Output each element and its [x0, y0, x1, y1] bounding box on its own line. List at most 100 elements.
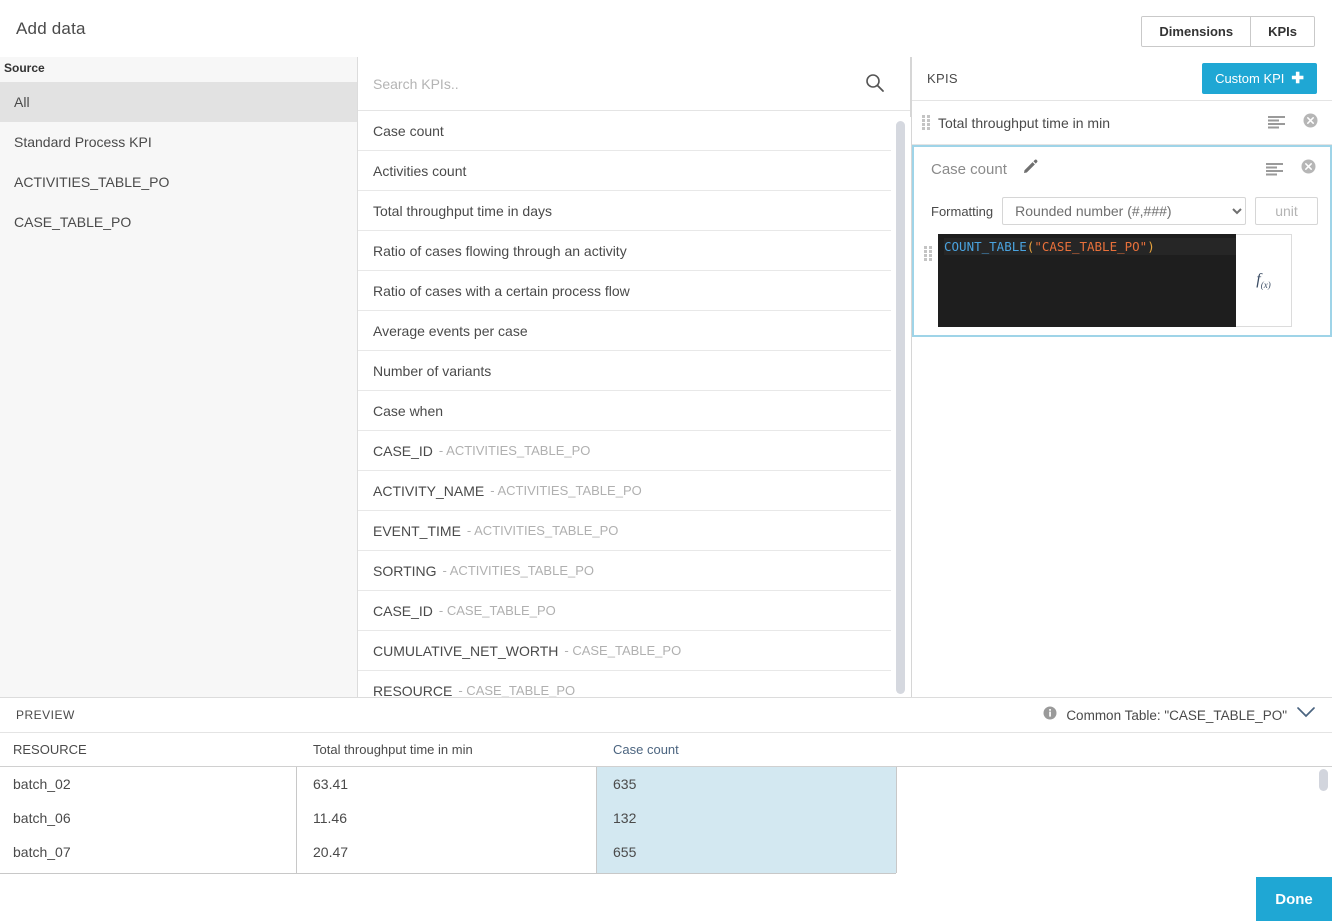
source-item-case-table-po[interactable]: CASE_TABLE_PO — [0, 202, 357, 242]
kpi-item-label: CASE_ID — [373, 442, 433, 459]
kpi-config-row-title: Total throughput time in min — [938, 114, 1110, 131]
source-item-label: ACTIVITIES_TABLE_PO — [14, 174, 170, 190]
kpi-pane: Case count Activities count Total throug… — [358, 57, 911, 697]
kpi-item-table: - ACTIVITIES_TABLE_PO — [466, 523, 619, 538]
table-cell: 655 — [613, 844, 637, 860]
edit-pencil-icon[interactable] — [1023, 159, 1038, 179]
kpi-list-item[interactable]: SORTING - ACTIVITIES_TABLE_PO — [358, 551, 891, 591]
done-button[interactable]: Done — [1256, 877, 1332, 921]
kpi-item-label: Average events per case — [373, 322, 528, 339]
function-picker-button[interactable]: f(x) — [1236, 234, 1292, 327]
kpi-row-actions — [1268, 113, 1318, 133]
kpi-list-item[interactable]: Ratio of cases flowing through an activi… — [358, 231, 891, 271]
tab-dimensions[interactable]: Dimensions — [1142, 17, 1251, 46]
kpi-card-title: Case count — [931, 160, 1007, 178]
kpi-item-label: Activities count — [373, 162, 467, 179]
source-item-all[interactable]: All — [0, 82, 357, 122]
preview-label: PREVIEW — [16, 708, 75, 722]
kpi-item-table: - CASE_TABLE_PO — [438, 603, 556, 618]
source-item-standard-process-kpi[interactable]: Standard Process KPI — [0, 122, 357, 162]
kpi-list-item[interactable]: ACTIVITY_NAME - ACTIVITIES_TABLE_PO — [358, 471, 891, 511]
kpi-item-table: - ACTIVITIES_TABLE_PO — [490, 483, 642, 498]
view-tab-group: Dimensions KPIs — [1141, 16, 1315, 47]
formatting-label: Formatting — [931, 203, 994, 219]
code-token-string: "CASE_TABLE_PO" — [1034, 239, 1148, 254]
kpi-card-actions — [1266, 159, 1316, 179]
kpi-item-label: ACTIVITY_NAME — [373, 482, 485, 499]
kpi-list-item[interactable]: CASE_ID - CASE_TABLE_PO — [358, 591, 891, 631]
formatting-select[interactable]: Rounded number (#,###) — [1002, 197, 1246, 225]
kpi-item-label: Number of variants — [373, 362, 492, 379]
table-column-divider — [296, 767, 297, 873]
preview-column-header: Total throughput time in min — [313, 742, 473, 757]
remove-kpi-icon[interactable] — [1301, 159, 1316, 179]
kpi-list-item[interactable]: CUMULATIVE_NET_WORTH - CASE_TABLE_PO — [358, 631, 891, 671]
kpi-list-item[interactable]: Average events per case — [358, 311, 891, 351]
custom-kpi-button[interactable]: Custom KPI ✚ — [1202, 63, 1317, 94]
kpi-list-item[interactable]: Number of variants — [358, 351, 891, 391]
table-cell: 63.41 — [313, 776, 349, 792]
custom-kpi-label: Custom KPI — [1215, 71, 1285, 86]
preview-table: RESOURCE Total throughput time in min Ca… — [0, 733, 1332, 874]
kpi-config-card: Case count Formatting Rounded number (#,… — [912, 145, 1332, 337]
kpi-list-scrollbar-thumb[interactable] — [896, 121, 905, 694]
kpi-item-table: - CASE_TABLE_PO — [564, 643, 682, 658]
preview-section: PREVIEW Common Table: "CASE_TABLE_PO" RE… — [0, 697, 1332, 921]
table-cell: 132 — [613, 810, 637, 826]
kpi-config-row[interactable]: Total throughput time in min — [912, 101, 1332, 145]
align-lines-icon[interactable] — [1266, 162, 1283, 176]
tab-kpis[interactable]: KPIs — [1250, 17, 1314, 46]
table-cell: 11.46 — [313, 810, 347, 826]
kpi-list-item[interactable]: EVENT_TIME - ACTIVITIES_TABLE_PO — [358, 511, 891, 551]
formula-code-editor[interactable]: COUNT_TABLE("CASE_TABLE_PO") — [938, 234, 1236, 327]
plus-icon: ✚ — [1291, 70, 1304, 87]
table-bottom-border — [0, 873, 896, 874]
kpi-list-item[interactable]: Case count — [358, 111, 891, 151]
table-row[interactable]: batch_02 63.41 635 — [0, 767, 1332, 801]
table-cell: 635 — [613, 776, 637, 792]
align-lines-icon[interactable] — [1268, 116, 1285, 129]
kpi-item-label: SORTING — [373, 562, 437, 579]
panes: Source All Standard Process KPI ACTIVITI… — [0, 57, 1332, 697]
kpi-list-item[interactable]: CASE_ID - ACTIVITIES_TABLE_PO — [358, 431, 891, 471]
kpi-item-label: RESOURCE — [373, 682, 453, 698]
kpi-list[interactable]: Case count Activities count Total throug… — [358, 111, 891, 697]
page-title: Add data — [16, 18, 86, 38]
preview-column-header: RESOURCE — [13, 742, 87, 757]
formatting-row: Formatting Rounded number (#,###) — [914, 191, 1330, 231]
info-icon[interactable] — [1043, 706, 1057, 725]
search-icon[interactable] — [865, 73, 885, 98]
kpi-search-bar — [358, 57, 910, 111]
table-cell: 20.47 — [313, 844, 349, 860]
kpi-list-scrollbar[interactable] — [891, 117, 911, 697]
drag-handle-icon[interactable] — [922, 114, 930, 131]
preview-table-header-row: RESOURCE Total throughput time in min Ca… — [0, 733, 1332, 767]
preview-table-body: batch_02 63.41 635 batch_06 11.46 132 ba… — [0, 767, 1332, 873]
drag-handle-icon[interactable] — [924, 246, 932, 262]
table-row[interactable]: batch_06 11.46 132 — [0, 801, 1332, 835]
kpi-item-label: Ratio of cases with a certain process fl… — [373, 282, 630, 299]
kpi-list-item[interactable]: Activities count — [358, 151, 891, 191]
code-line: COUNT_TABLE("CASE_TABLE_PO") — [944, 238, 1236, 255]
kpi-list-item[interactable]: Total throughput time in days — [358, 191, 891, 231]
kpi-item-label: EVENT_TIME — [373, 522, 461, 539]
source-item-label: All — [14, 94, 30, 110]
kpi-item-table: - CASE_TABLE_PO — [458, 683, 576, 697]
add-data-dialog: Add data Dimensions KPIs Source All Stan… — [0, 0, 1332, 921]
kpi-item-label: Case when — [373, 402, 444, 419]
kpi-list-item[interactable]: Ratio of cases with a certain process fl… — [358, 271, 891, 311]
source-item-label: CASE_TABLE_PO — [14, 214, 132, 230]
unit-field[interactable] — [1255, 197, 1318, 225]
remove-kpi-icon[interactable] — [1303, 113, 1318, 133]
table-row[interactable]: batch_07 20.47 655 — [0, 835, 1332, 869]
chevron-down-icon[interactable] — [1296, 706, 1316, 724]
formula-editor-row: COUNT_TABLE("CASE_TABLE_PO") f(x) — [914, 231, 1330, 335]
source-item-activities-table-po[interactable]: ACTIVITIES_TABLE_PO — [0, 162, 357, 202]
table-cell: batch_07 — [13, 844, 71, 860]
kpi-list-item[interactable]: RESOURCE - CASE_TABLE_PO — [358, 671, 891, 697]
kpi-config-header: KPIS Custom KPI ✚ — [912, 57, 1332, 101]
table-column-divider — [896, 767, 897, 873]
kpi-list-item[interactable]: Case when — [358, 391, 891, 431]
search-input[interactable] — [373, 75, 833, 92]
table-cell: batch_02 — [13, 776, 71, 792]
